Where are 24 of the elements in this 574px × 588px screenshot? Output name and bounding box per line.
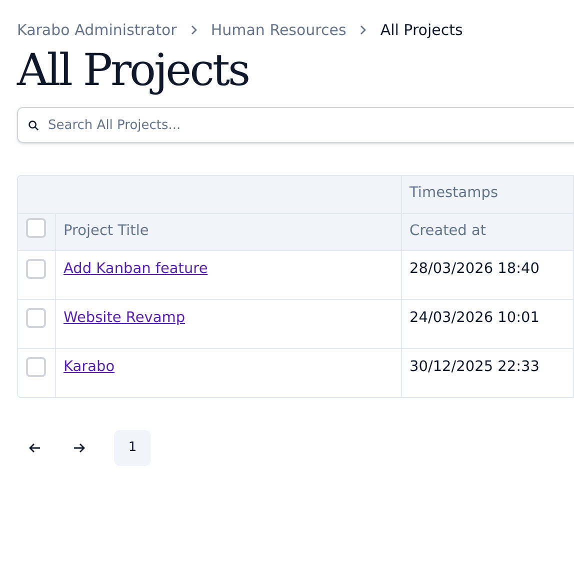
table-cell: 28/03/2026 18:40 [401,250,573,299]
breadcrumb-link[interactable]: All Projects [380,18,463,42]
search-field[interactable]: Search All Projects... [17,107,574,143]
breadcrumb-link[interactable]: Karabo Administrator [17,18,177,42]
project-link[interactable]: Add Kanban feature [64,260,208,276]
table-cell: 24/03/2026 10:01 [401,299,573,348]
checkbox[interactable] [26,356,46,376]
project-link[interactable]: Karabo [64,358,115,374]
arrow-right-icon [73,442,85,454]
column-header[interactable]: Project Title [55,213,401,250]
page-button[interactable]: 1 [114,430,151,466]
table-cell: 30/12/2025 22:33 [401,348,573,397]
column-group-header: Timestamps [401,176,573,213]
search-icon [28,120,39,131]
arrow-left-icon [29,442,41,454]
checkbox[interactable] [26,218,46,238]
breadcrumb-link[interactable]: Human Resources [210,18,346,42]
checkbox[interactable] [26,308,46,328]
page-title: All Projects [17,45,250,97]
chevron-right-icon [359,25,368,35]
chevron-right-icon [190,25,198,35]
column-header[interactable]: Created at [401,213,573,250]
checkbox[interactable] [26,258,46,278]
project-link[interactable]: Website Revamp [64,310,186,326]
